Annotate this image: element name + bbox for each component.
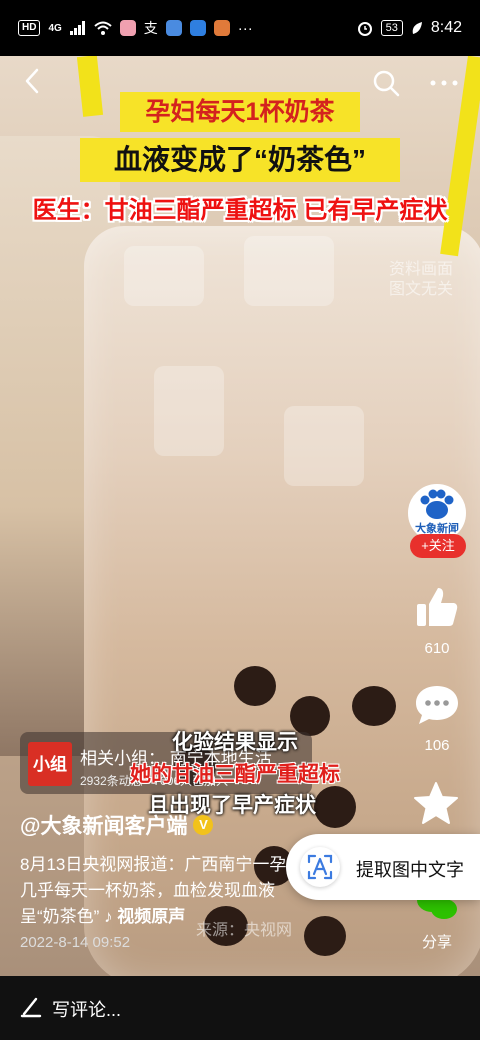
clock: 8:42 bbox=[430, 19, 462, 36]
more-horizontal-icon[interactable] bbox=[426, 68, 462, 98]
like-count: 610 bbox=[424, 640, 450, 657]
source-watermark: 来源：央视网 bbox=[196, 922, 293, 939]
paw-logo-icon bbox=[420, 489, 454, 519]
comment-input[interactable]: 写评论... bbox=[52, 996, 121, 1022]
watermark-line-2: 图文无关 bbox=[388, 281, 453, 298]
signal-label: 4G bbox=[48, 22, 62, 34]
headline-2: 血液变成了“奶茶色” bbox=[80, 138, 400, 182]
messenger-notification-icon bbox=[189, 20, 206, 36]
extract-text-button[interactable]: 提取图中文字 bbox=[286, 834, 480, 900]
thumbs-up-icon[interactable] bbox=[414, 584, 460, 630]
group-logo: 小组 bbox=[28, 742, 72, 786]
app-notification-icon-2 bbox=[213, 20, 230, 36]
original-audio-link[interactable]: ♪ 视频原声 bbox=[104, 907, 185, 926]
subtitle-line-2: 她的甘油三酯严重超标 bbox=[130, 763, 340, 786]
subtitle-line-1: 化验结果显示 bbox=[172, 731, 298, 754]
extract-text-label: 提取图中文字 bbox=[356, 860, 464, 880]
alipay-icon: 支 bbox=[143, 20, 158, 36]
author-name-text[interactable]: @大象新闻客户端 bbox=[20, 810, 187, 840]
share-label[interactable]: 分享 bbox=[404, 931, 470, 952]
comment-bar[interactable]: 写评论... bbox=[0, 976, 480, 1040]
publish-date: 2022-8-14 09:52 bbox=[20, 934, 131, 951]
hd-badge: HD bbox=[18, 20, 41, 36]
more-notifications-icon: ··· bbox=[237, 19, 253, 37]
group-logo-text: 小组 bbox=[33, 755, 67, 774]
comment-count: 106 bbox=[424, 737, 450, 754]
alarm-icon bbox=[357, 22, 372, 36]
pen-icon bbox=[20, 997, 42, 1018]
wifi-icon bbox=[94, 21, 112, 35]
search-icon[interactable] bbox=[371, 68, 401, 98]
status-bar: HD 4G 支 ··· 53 8:42 bbox=[0, 0, 480, 56]
signal-icon bbox=[69, 21, 85, 35]
headline-1: 孕妇每天1杯奶茶 bbox=[120, 92, 360, 132]
battery-indicator: 53 bbox=[380, 20, 403, 36]
browser-notification-icon bbox=[165, 20, 182, 36]
disclaimer-watermark: 资料画面 图文无关 bbox=[380, 260, 462, 300]
text-scan-icon bbox=[300, 847, 340, 887]
follow-button[interactable]: +关注 bbox=[410, 534, 466, 558]
star-icon[interactable] bbox=[412, 781, 460, 827]
comment-icon[interactable] bbox=[414, 684, 460, 726]
watermark-line-1: 资料画面 bbox=[388, 261, 453, 278]
app-notification-icon bbox=[119, 20, 136, 36]
headline-3: 医生：甘油三酯严重超标 已有早产症状 bbox=[32, 197, 448, 224]
leaf-icon bbox=[412, 22, 422, 34]
author-name[interactable]: @大象新闻客户端 V bbox=[20, 810, 214, 840]
verified-badge-icon: V bbox=[193, 815, 214, 835]
chevron-left-icon[interactable] bbox=[18, 66, 48, 96]
